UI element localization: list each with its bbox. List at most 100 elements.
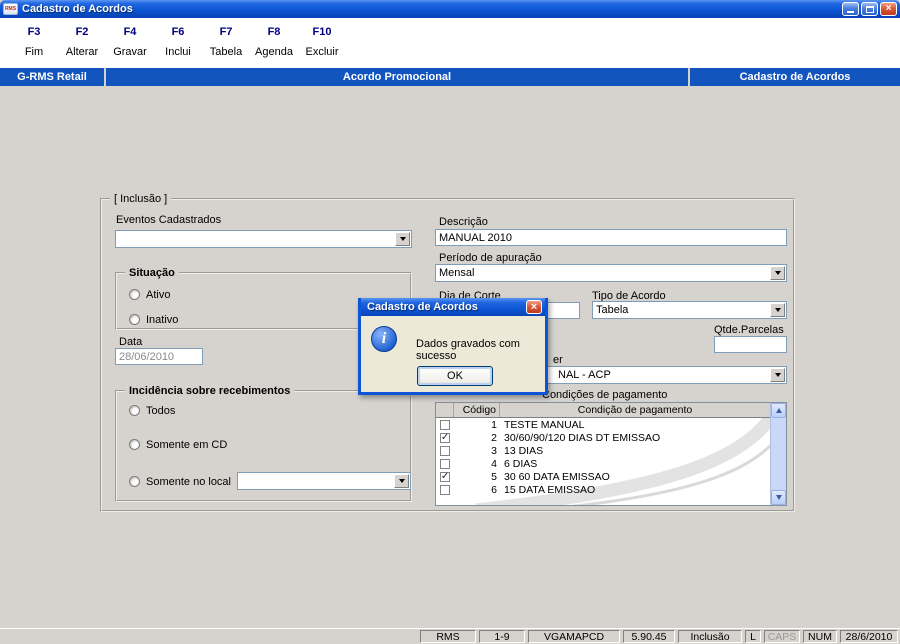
radio-label: Somente em CD xyxy=(146,438,228,451)
parcelas-input[interactable] xyxy=(714,336,787,353)
radio-label: Inativo xyxy=(146,313,179,326)
header-brand: G-RMS Retail xyxy=(0,68,106,86)
status-segment: NUM xyxy=(803,630,837,643)
caret-down-icon xyxy=(398,479,405,483)
toolbar-fkey-label: F2 xyxy=(75,26,89,38)
tipo-acordo-value: Tabela xyxy=(596,304,629,316)
tipo-acordo-combobox[interactable]: Tabela xyxy=(592,301,787,319)
dropdown-arrow-icon[interactable] xyxy=(395,232,410,246)
row-checkbox[interactable] xyxy=(440,445,450,456)
dialog-titlebar[interactable]: Cadastro de Acordos × xyxy=(361,298,545,316)
cell-codigo: 5 xyxy=(491,470,497,483)
radio-label: Todos xyxy=(146,404,176,417)
local-combobox[interactable] xyxy=(237,472,411,490)
toolbar-button[interactable]: F3 Fim xyxy=(10,26,58,68)
status-segment: L xyxy=(745,630,761,643)
column-header-codigo[interactable]: Código xyxy=(454,403,500,417)
toolbar-button[interactable]: F7 Tabela xyxy=(202,26,250,68)
row-checkbox[interactable] xyxy=(440,419,450,430)
radio-option[interactable]: Todos xyxy=(129,404,410,417)
restore-icon xyxy=(865,5,874,13)
toolbar-action-label: Alterar xyxy=(65,46,99,58)
window-title: Cadastro de Acordos xyxy=(22,3,133,15)
parcelas-label: Qtde.Parcelas xyxy=(714,324,784,336)
table-body: 1 TESTE MANUAL 2 30/60/90/120 DIAS DT EM… xyxy=(436,418,770,505)
row-checkbox[interactable] xyxy=(440,484,450,495)
cell-codigo: 2 xyxy=(491,431,497,444)
cell-codigo: 6 xyxy=(491,483,497,496)
caret-down-icon xyxy=(399,237,406,241)
dropdown-arrow-icon[interactable] xyxy=(394,474,409,488)
cell-codigo: 3 xyxy=(491,444,497,457)
toolbar-button[interactable]: F6 Inclui xyxy=(154,26,202,68)
incidencia-legend: Incidência sobre recebimentos xyxy=(125,385,295,397)
row-checkbox[interactable] xyxy=(440,471,450,482)
groupbox-title: [ Inclusão ] xyxy=(110,193,172,205)
toolbar-button[interactable]: F2 Alterar xyxy=(58,26,106,68)
scroll-up-button[interactable] xyxy=(771,403,786,418)
ok-button[interactable]: OK xyxy=(417,366,493,386)
toolbar-fkey-label: F6 xyxy=(171,26,185,38)
app-icon: RMS xyxy=(3,3,18,15)
descricao-input[interactable] xyxy=(435,229,787,246)
eventos-label: Eventos Cadastrados xyxy=(116,214,222,226)
arrow-up-icon xyxy=(775,408,782,413)
status-segment: Inclusão xyxy=(678,630,742,643)
radio-icon xyxy=(129,439,140,450)
cell-codigo: 4 xyxy=(491,457,497,470)
situacao-legend: Situação xyxy=(125,267,179,279)
header-bar: G-RMS Retail Acordo Promocional Cadastro… xyxy=(0,68,900,86)
radio-icon xyxy=(129,476,140,487)
table-row[interactable]: 4 6 DIAS xyxy=(436,457,770,470)
radio-icon xyxy=(129,314,140,325)
dropdown-arrow-icon[interactable] xyxy=(770,368,785,382)
eventos-combobox[interactable] xyxy=(115,230,412,248)
caret-down-icon xyxy=(774,373,781,377)
cell-condicao: 6 DIAS xyxy=(504,457,538,470)
message-dialog: Cadastro de Acordos × i Dados gravados c… xyxy=(358,298,548,395)
titlebar[interactable]: RMS Cadastro de Acordos × xyxy=(0,0,900,18)
status-segment: 1-9 xyxy=(479,630,525,643)
minimize-button[interactable] xyxy=(842,2,859,16)
status-bar: RMS 1-9 VGAMAPCD 5.90.45 Inclusão L CAPS… xyxy=(0,628,900,644)
radio-option[interactable]: Somente em CD xyxy=(129,438,410,451)
dropdown-arrow-icon[interactable] xyxy=(770,303,785,317)
column-header-condicao[interactable]: Condição de pagamento xyxy=(500,404,770,416)
column-header-checkbox xyxy=(436,403,454,417)
toolbar-fkey-label: F4 xyxy=(123,26,137,38)
data-input[interactable] xyxy=(115,348,203,365)
toolbar-button[interactable]: F4 Gravar xyxy=(106,26,154,68)
data-label: Data xyxy=(119,336,143,348)
periodo-combobox[interactable]: Mensal xyxy=(435,264,787,282)
table-row[interactable]: 6 15 DATA EMISSAO xyxy=(436,483,770,496)
status-segment: 28/6/2010 xyxy=(840,630,898,643)
vertical-scrollbar[interactable] xyxy=(770,403,786,505)
restore-button[interactable] xyxy=(861,2,878,16)
table-row[interactable]: 5 30 60 DATA EMISSAO xyxy=(436,470,770,483)
dialog-body: i Dados gravados com sucesso OK xyxy=(361,316,545,392)
header-screen-title: Cadastro de Acordos xyxy=(688,68,900,86)
toolbar-fkey-label: F7 xyxy=(219,26,233,38)
cell-condicao: 13 DIAS xyxy=(504,444,544,457)
toolbar-action-label: Tabela xyxy=(209,46,243,58)
header-module-title: Acordo Promocional xyxy=(342,71,452,83)
payment-conditions-table: Código Condição de pagamento 1 TESTE MAN… xyxy=(435,402,787,506)
row-checkbox[interactable] xyxy=(440,432,450,443)
partial-hidden-label: er xyxy=(553,354,563,366)
close-button[interactable]: × xyxy=(880,2,897,16)
condicoes-label: Condições de pagamento xyxy=(542,389,668,401)
table-row[interactable]: 2 30/60/90/120 DIAS DT EMISSAO xyxy=(436,431,770,444)
toolbar-button[interactable]: F10 Excluir xyxy=(298,26,346,68)
toolbar-action-label: Fim xyxy=(24,46,44,58)
dialog-close-button[interactable]: × xyxy=(526,300,542,314)
cell-condicao: TESTE MANUAL xyxy=(504,418,585,431)
row-checkbox[interactable] xyxy=(440,458,450,469)
table-row[interactable]: 3 13 DIAS xyxy=(436,444,770,457)
scroll-down-button[interactable] xyxy=(771,490,786,505)
table-row[interactable]: 1 TESTE MANUAL xyxy=(436,418,770,431)
info-icon: i xyxy=(371,326,397,352)
periodo-value: Mensal xyxy=(439,267,475,279)
dropdown-arrow-icon[interactable] xyxy=(770,266,785,280)
toolbar-button[interactable]: F8 Agenda xyxy=(250,26,298,68)
status-segment: CAPS xyxy=(764,630,800,643)
